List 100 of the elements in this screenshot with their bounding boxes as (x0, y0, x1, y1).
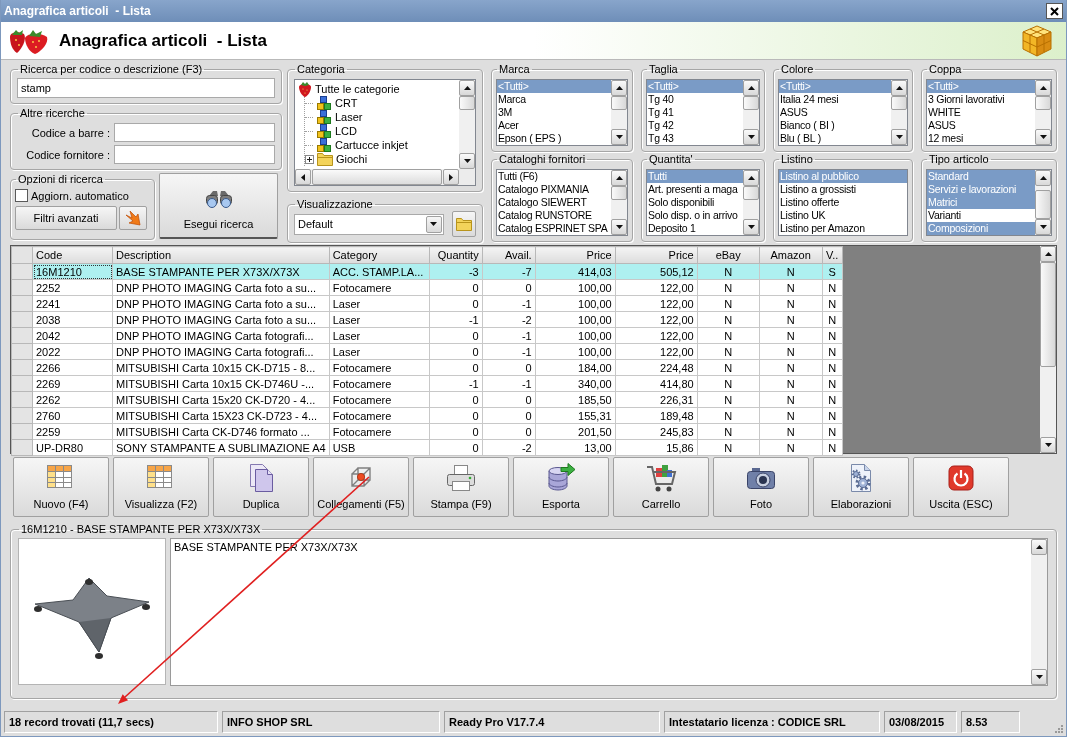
list-item[interactable]: Bianco ( BI ) (779, 119, 891, 132)
advanced-filters-button[interactable]: Filtri avanzati (15, 206, 117, 230)
scroll-up-button[interactable] (1035, 80, 1051, 96)
list-item[interactable]: Blu ( BL ) (779, 132, 891, 145)
scroll-up-button[interactable] (743, 170, 759, 186)
scrollbar[interactable] (743, 80, 759, 145)
list-item[interactable]: Listino offerte (779, 196, 907, 209)
toolbar-button[interactable]: Visualizza (F2) (113, 457, 209, 517)
scroll-thumb[interactable] (459, 96, 475, 110)
list-item[interactable]: Art. presenti a maga (647, 183, 743, 196)
view-dropdown[interactable]: Default (294, 213, 444, 235)
list-item[interactable]: ASUS (927, 119, 1035, 132)
scroll-down-button[interactable] (1031, 669, 1047, 685)
scroll-down-button[interactable] (743, 219, 759, 235)
list-item[interactable]: Epson ( EPS ) (497, 132, 611, 145)
scroll-thumb[interactable] (611, 96, 627, 110)
list-item[interactable]: Catalog ESPRINET SPA (497, 222, 611, 235)
scroll-down-button[interactable] (459, 153, 475, 169)
toolbar-button[interactable]: Elaborazioni (813, 457, 909, 517)
scroll-thumb[interactable] (743, 186, 759, 200)
scrollbar[interactable] (459, 80, 475, 169)
column-header[interactable]: Quantity (429, 246, 483, 264)
list-item[interactable]: Marca (497, 93, 611, 106)
scroll-thumb[interactable] (1035, 190, 1051, 219)
list-item[interactable]: Varianti (927, 209, 1035, 222)
table-row[interactable]: 2266 MITSUBISHI Carta 10x15 CK-D715 - 8... Fotocamere 0 0 184,00 224,48 N N N (11, 359, 843, 376)
scroll-down-button[interactable] (611, 219, 627, 235)
toolbar-button[interactable]: Foto (713, 457, 809, 517)
scroll-right-button[interactable] (443, 169, 459, 185)
scrollbar[interactable] (1035, 170, 1051, 235)
search-field[interactable]: stamp (17, 78, 275, 98)
table-row[interactable]: 2241 DNP PHOTO IMAGING Carta foto a su... Laser 0 -1 100,00 122,00 N N N (11, 295, 843, 312)
column-header[interactable]: Category (329, 246, 430, 264)
toolbar-button[interactable]: Esporta (513, 457, 609, 517)
table-row[interactable]: 2259 MITSUBISHI Carta CK-D746 formato ... Fotocamere 0 0 201,50 245,83 N N N (11, 423, 843, 440)
list-item[interactable]: Tg 40 (647, 93, 743, 106)
table-row[interactable]: 2042 DNP PHOTO IMAGING Carta fotografi... Laser 0 -1 100,00 122,00 N N N (11, 327, 843, 344)
column-header[interactable]: Price (535, 246, 616, 264)
table-row[interactable]: 2262 MITSUBISHI Carta 15x20 CK-D720 - 4... Fotocamere 0 0 185,50 226,31 N N N (11, 391, 843, 408)
list-item[interactable]: 3 Giorni lavorativi (927, 93, 1035, 106)
table-row[interactable]: 2760 MITSUBISHI Carta 15X23 CK-D723 - 4... Fotocamere 0 0 155,31 189,48 N N N (11, 407, 843, 424)
scroll-up-button[interactable] (611, 170, 627, 186)
checkbox[interactable] (15, 189, 28, 202)
list-item[interactable]: Italia 24 mesi (779, 93, 891, 106)
folder-button[interactable] (451, 211, 476, 237)
list-item[interactable]: 12 mesi (927, 132, 1035, 145)
list-item[interactable]: WHITE (927, 106, 1035, 119)
scrollbar[interactable] (1040, 246, 1056, 453)
scroll-thumb[interactable] (1040, 262, 1056, 367)
table-row[interactable]: UP-DR80 SONY STAMPANTE A SUBLIMAZIONE A4 USB 0 -2 13,00 15,86 N N N (11, 439, 843, 456)
list-item[interactable]: Listino UK (779, 209, 907, 222)
scroll-down-button[interactable] (1035, 129, 1051, 145)
list-item[interactable]: Solo disponibili (647, 196, 743, 209)
list-item[interactable]: Catalogo PIXMANIA (497, 183, 611, 196)
scrollbar[interactable] (743, 170, 759, 235)
scroll-up-button[interactable] (743, 80, 759, 96)
list-item[interactable]: Tg 43 (647, 132, 743, 145)
tree-item[interactable]: Tutte le categorie (295, 82, 459, 96)
tree-item[interactable]: LCD (305, 124, 459, 138)
scrollbar[interactable] (1035, 80, 1051, 145)
table-row[interactable]: 2252 DNP PHOTO IMAGING Carta foto a su... Fotocamere 0 0 100,00 122,00 N N N (11, 279, 843, 296)
filter-action-button[interactable] (119, 206, 147, 230)
scrollbar[interactable] (611, 170, 627, 235)
list-item[interactable]: Deposito 1 (647, 222, 743, 235)
scroll-down-button[interactable] (743, 129, 759, 145)
tree-item[interactable]: Giochi (305, 152, 459, 166)
list-item[interactable]: Listino a grossisti (779, 183, 907, 196)
list-item[interactable]: ASUS (779, 106, 891, 119)
list-item[interactable]: Tutti (F6) (497, 170, 611, 183)
scroll-thumb[interactable] (312, 169, 442, 185)
input-field[interactable] (114, 145, 275, 164)
list-item[interactable]: Listino per Amazon (779, 222, 907, 235)
scroll-up-button[interactable] (611, 80, 627, 96)
close-button[interactable] (1046, 3, 1063, 19)
tree-item[interactable]: CRT (305, 96, 459, 110)
scroll-up-button[interactable] (459, 80, 475, 96)
list-item[interactable]: 3M (497, 106, 611, 119)
scroll-thumb[interactable] (611, 186, 627, 200)
scrollbar[interactable] (1031, 539, 1047, 685)
scrollbar[interactable] (891, 80, 907, 145)
list-item[interactable]: Solo disp. o in arrivo (647, 209, 743, 222)
column-header[interactable]: Avail. (482, 246, 536, 264)
scroll-left-button[interactable] (295, 169, 311, 185)
scroll-down-button[interactable] (1040, 437, 1056, 453)
toolbar-button[interactable]: Nuovo (F4) (13, 457, 109, 517)
resize-grip-icon[interactable] (1053, 723, 1063, 733)
scroll-up-button[interactable] (1035, 170, 1051, 186)
toolbar-button[interactable]: Duplica (213, 457, 309, 517)
table-row[interactable]: 2022 DNP PHOTO IMAGING Carta fotografi... Laser 0 -1 100,00 122,00 N N N (11, 343, 843, 360)
toolbar-button[interactable]: Stampa (F9) (413, 457, 509, 517)
scroll-up-button[interactable] (1040, 246, 1056, 262)
tree-item[interactable]: Laser (305, 110, 459, 124)
scroll-down-button[interactable] (1035, 219, 1051, 235)
toolbar-button[interactable]: Carrello (613, 457, 709, 517)
list-item[interactable]: Acer (497, 119, 611, 132)
column-header[interactable]: Price (615, 246, 698, 264)
column-header[interactable]: Amazon (759, 246, 823, 264)
dropdown-button[interactable] (425, 215, 442, 233)
table-row[interactable]: 2038 DNP PHOTO IMAGING Carta foto a su... Laser -1 -2 100,00 122,00 N N N (11, 311, 843, 328)
toolbar-button[interactable]: Uscita (ESC) (913, 457, 1009, 517)
